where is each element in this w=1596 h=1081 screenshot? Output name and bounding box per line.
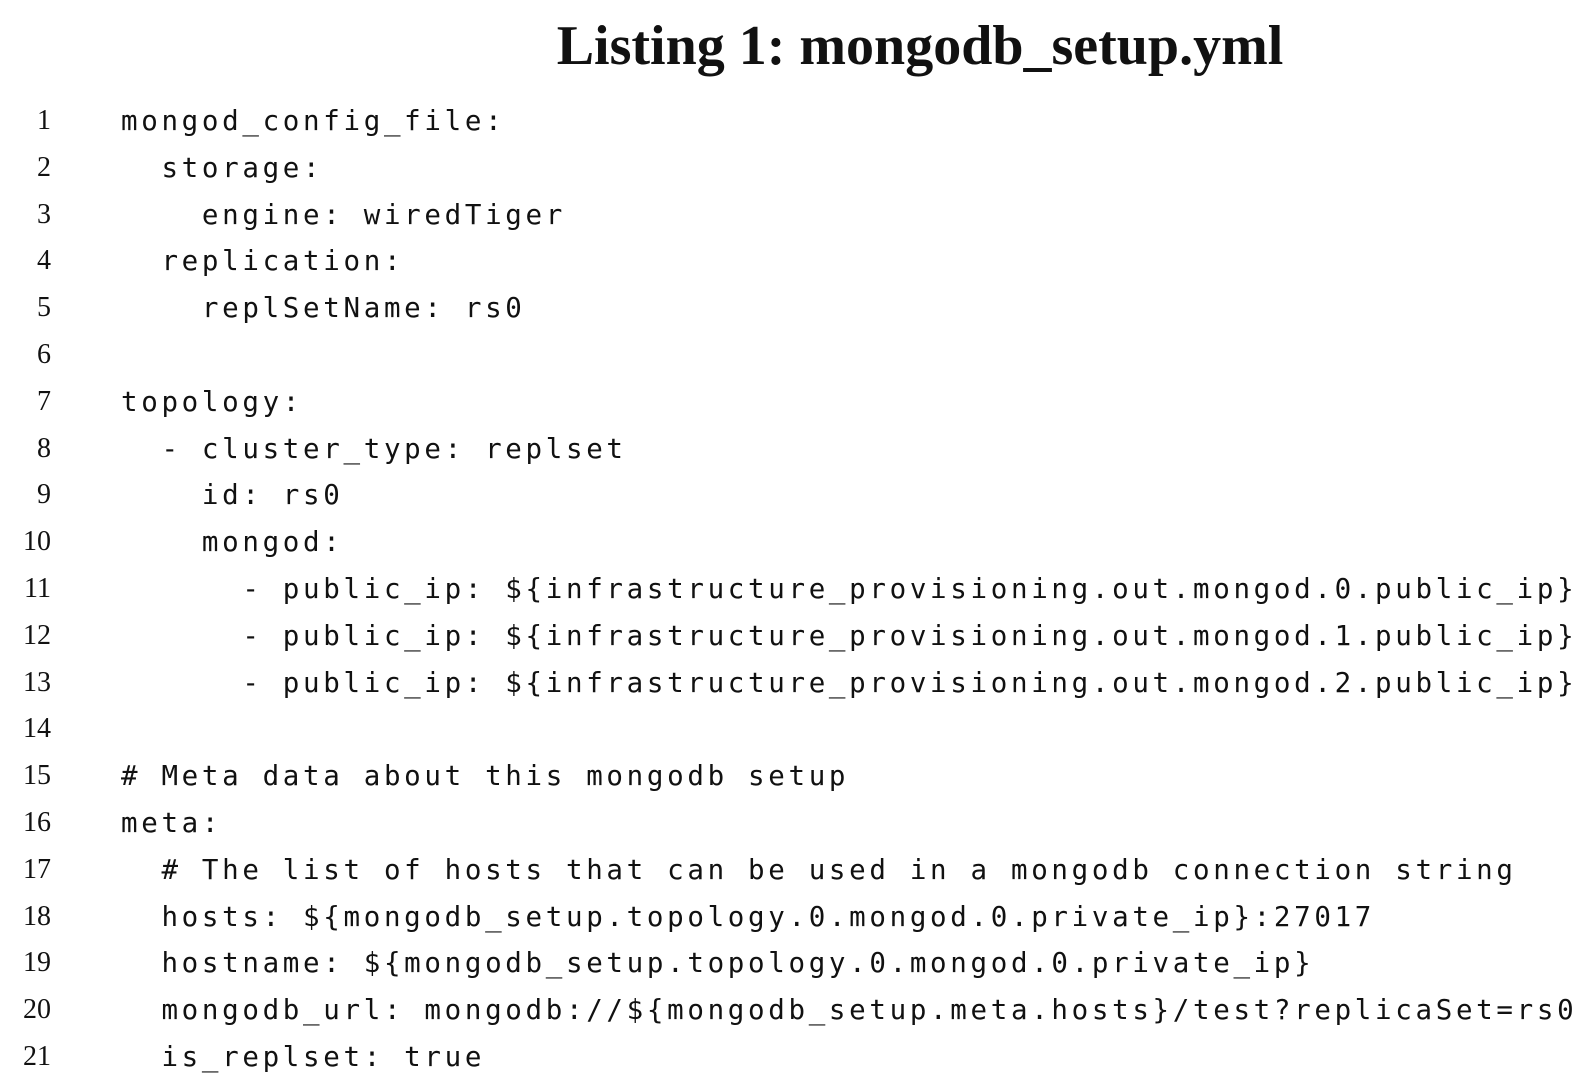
- line-code: topology:: [121, 385, 304, 418]
- line-number: 5: [37, 292, 51, 324]
- line-number: 17: [23, 853, 51, 885]
- code-line: 13 - public_ip: ${infrastructure_provisi…: [0, 660, 1596, 707]
- line-code: # Meta data about this mongodb setup: [121, 760, 850, 793]
- code-line: 16 meta:: [0, 800, 1596, 847]
- line-code: # The list of hosts that can be used in …: [121, 853, 1517, 886]
- line-number: 11: [24, 572, 51, 604]
- line-number: 1: [37, 105, 51, 136]
- code-line: 12 - public_ip: ${infrastructure_provisi…: [0, 613, 1596, 660]
- line-code: replSetName: rs0: [121, 292, 526, 325]
- code-line: 17 # The list of hosts that can be used …: [0, 847, 1596, 894]
- line-number: 14: [23, 713, 51, 745]
- line-number: 15: [23, 760, 51, 792]
- code-listing: 1 mongod_config_file: 2 storage: 3 engin…: [0, 98, 1596, 1081]
- line-number: 20: [23, 994, 51, 1026]
- code-line: 2 storage:: [0, 145, 1596, 192]
- line-code: engine: wiredTiger: [121, 198, 566, 231]
- code-line: 11 - public_ip: ${infrastructure_provisi…: [0, 566, 1596, 613]
- code-line: 10 mongod:: [0, 519, 1596, 566]
- code-line: 1 mongod_config_file:: [0, 98, 1596, 145]
- line-code: - public_ip: ${infrastructure_provisioni…: [121, 572, 1578, 605]
- code-line: 3 engine: wiredTiger: [0, 192, 1596, 239]
- code-line: 14: [0, 706, 1596, 753]
- line-number: 10: [23, 526, 51, 558]
- line-code: - public_ip: ${infrastructure_provisioni…: [121, 666, 1578, 699]
- code-line: 8 - cluster_type: replset: [0, 426, 1596, 473]
- code-line: 21 is_replset: true: [0, 1034, 1596, 1081]
- line-code: mongodb_url: mongodb://${mongodb_setup.m…: [121, 994, 1578, 1027]
- line-number: 9: [37, 479, 51, 511]
- line-code: meta:: [121, 806, 223, 839]
- line-code: - cluster_type: replset: [121, 432, 627, 465]
- line-number: 2: [37, 151, 51, 183]
- line-code: hostname: ${mongodb_setup.topology.0.mon…: [121, 947, 1315, 980]
- code-line: 20 mongodb_url: mongodb://${mongodb_setu…: [0, 987, 1596, 1034]
- line-code: is_replset: true: [121, 1040, 486, 1073]
- line-code: id: rs0: [121, 479, 344, 512]
- listing-title: Listing 1: mongodb_setup.yml: [556, 15, 1284, 77]
- line-number: 4: [37, 245, 51, 277]
- line-number: 21: [23, 1040, 51, 1072]
- line-number: 8: [37, 432, 51, 464]
- line-number: 3: [37, 198, 51, 230]
- line-code: storage:: [121, 151, 324, 184]
- line-number: 7: [37, 385, 51, 417]
- code-line: 6: [0, 332, 1596, 379]
- line-code: - public_ip: ${infrastructure_provisioni…: [121, 619, 1578, 652]
- line-number: 13: [23, 666, 51, 698]
- line-number: 16: [23, 806, 51, 838]
- code-line: 4 replication:: [0, 238, 1596, 285]
- line-code: hosts: ${mongodb_setup.topology.0.mongod…: [121, 900, 1376, 933]
- code-line: 7 topology:: [0, 379, 1596, 426]
- code-line: 9 id: rs0: [0, 472, 1596, 519]
- code-line: 5 replSetName: rs0: [0, 285, 1596, 332]
- code-line: 19 hostname: ${mongodb_setup.topology.0.…: [0, 940, 1596, 987]
- code-line: 18 hosts: ${mongodb_setup.topology.0.mon…: [0, 894, 1596, 941]
- line-code: mongod_config_file:: [121, 105, 506, 137]
- line-number: 19: [23, 947, 51, 979]
- line-number: 18: [23, 900, 51, 932]
- code-line: 15 # Meta data about this mongodb setup: [0, 753, 1596, 800]
- line-number: 12: [23, 619, 51, 651]
- line-code: replication:: [121, 245, 405, 278]
- line-code: mongod:: [121, 526, 344, 559]
- line-number: 6: [37, 338, 51, 370]
